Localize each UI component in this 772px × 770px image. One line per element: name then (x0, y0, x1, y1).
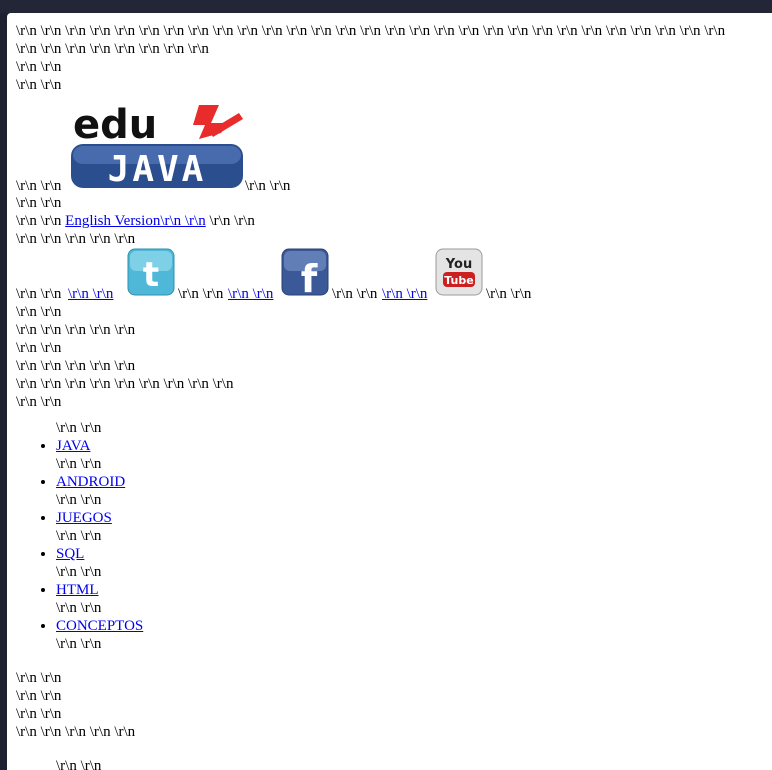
facebook-icon[interactable]: f (281, 248, 329, 296)
stray-text-row: \r\n \r\n (16, 304, 62, 320)
stray-text-row: \r\n \r\n (16, 706, 62, 722)
youtube-tube-text: Tube (444, 274, 473, 287)
stray-text-row: \r\n \r\n (16, 340, 62, 356)
stray-text: \r\n \r\n (209, 213, 255, 229)
youtube-icon[interactable]: You Tube (435, 248, 483, 296)
browser-top-bar (0, 0, 772, 13)
stray-text: \r\n \r\n (16, 178, 62, 194)
social-row: \r\n \r\n \r\n \r\n t \r\n \r\n \r\n \r\… (16, 248, 772, 303)
menu-item-conceptos: CONCEPTOS (56, 617, 772, 635)
logo-java-text: JAVA (108, 149, 207, 189)
twitter-icon[interactable]: t (127, 248, 175, 296)
stray-text-row: \r\n \r\n (56, 758, 102, 770)
menu-item-html: HTML (56, 581, 772, 599)
edu4java-logo[interactable]: edu JAVA (71, 101, 247, 189)
menu-link-html[interactable]: HTML (56, 582, 99, 598)
menu-item-juegos: JUEGOS (56, 509, 772, 527)
menu-link-juegos[interactable]: JUEGOS (56, 510, 112, 526)
page-content: \r\n \r\n \r\n \r\n \r\n \r\n \r\n \r\n … (16, 13, 772, 770)
stray-text-row: \r\n \r\n (16, 670, 62, 686)
english-row: \r\n \r\n English Version\r\n \r\n \r\n … (16, 212, 772, 230)
stray-text-row: \r\n \r\n (16, 394, 62, 410)
english-version-link[interactable]: English Version\r\n \r\n (65, 213, 206, 229)
youtube-link-text[interactable]: \r\n \r\n (382, 285, 427, 303)
menu-link-sql[interactable]: SQL (56, 546, 84, 562)
header-logo-row: \r\n \r\n edu JAVA \r\n \r\n (16, 94, 772, 194)
svg-text:f: f (301, 257, 318, 296)
stray-text-row: \r\n \r\n \r\n \r\n \r\n (16, 724, 136, 740)
main-menu: \r\n \r\n JAVA \r\n \r\n ANDROID \r\n \r… (16, 419, 772, 653)
stray-text-row: \r\n \r\n \r\n \r\n \r\n (16, 322, 136, 338)
stray-text-row: \r\n \r\n (16, 688, 62, 704)
web-page: \r\n \r\n \r\n \r\n \r\n \r\n \r\n \r\n … (7, 13, 772, 770)
svg-text:t: t (143, 255, 159, 295)
stray-text: \r\n \r\n (332, 286, 378, 302)
stray-text: \r\n \r\n (178, 286, 224, 302)
stray-text: \r\n \r\n (56, 420, 102, 436)
stray-text-row: \r\n \r\n \r\n \r\n \r\n \r\n \r\n \r\n (16, 41, 209, 57)
menu-link-android[interactable]: ANDROID (56, 474, 125, 490)
logo-edu-text: edu (73, 102, 157, 148)
facebook-link-text[interactable]: \r\n \r\n (228, 285, 273, 303)
stray-text: \r\n \r\n (56, 600, 102, 616)
stray-text-row: \r\n \r\n (16, 195, 62, 211)
stray-text: \r\n \r\n (56, 636, 102, 652)
twitter-link-text[interactable]: \r\n \r\n (68, 285, 113, 303)
stray-text-row: \r\n \r\n (16, 59, 62, 75)
stray-text: \r\n \r\n (56, 564, 102, 580)
menu-link-java[interactable]: JAVA (56, 438, 90, 454)
menu-item-android: ANDROID (56, 473, 772, 491)
stray-text: \r\n \r\n (56, 528, 102, 544)
stray-text: \r\n \r\n (245, 178, 291, 194)
menu-item-java: JAVA (56, 437, 772, 455)
stray-text: \r\n \r\n (16, 213, 62, 229)
stray-text-row: \r\n \r\n (16, 77, 62, 93)
stray-text: \r\n \r\n (56, 456, 102, 472)
stray-text-row: \r\n \r\n \r\n \r\n \r\n (16, 231, 136, 247)
stray-text-row: \r\n \r\n \r\n \r\n \r\n (16, 358, 136, 374)
stray-text-row: \r\n \r\n \r\n \r\n \r\n \r\n \r\n \r\n … (16, 376, 234, 392)
youtube-you-text: You (445, 257, 472, 272)
stray-text: \r\n \r\n (486, 286, 532, 302)
stray-text: \r\n \r\n (16, 286, 62, 302)
menu-item-sql: SQL (56, 545, 772, 563)
stray-text: \r\n \r\n (56, 492, 102, 508)
menu-link-conceptos[interactable]: CONCEPTOS (56, 618, 143, 634)
stray-text-row: \r\n \r\n \r\n \r\n \r\n \r\n \r\n \r\n … (16, 23, 726, 39)
